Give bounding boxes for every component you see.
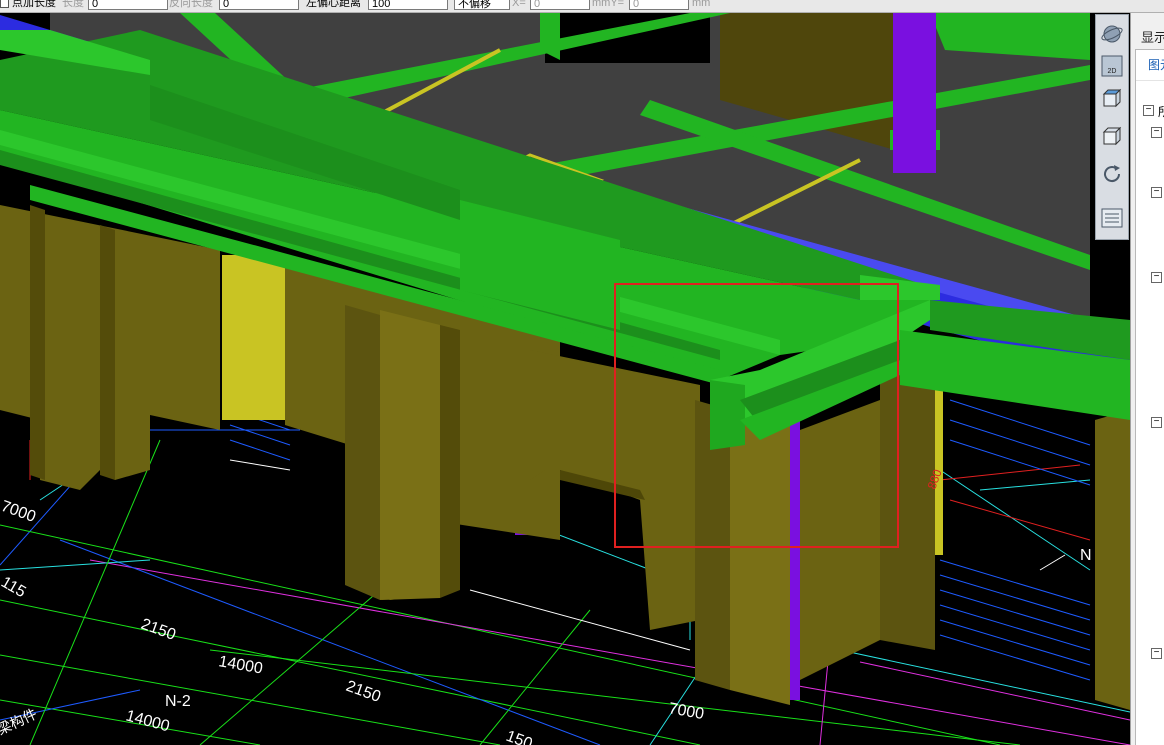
3d-view-button[interactable] xyxy=(1099,123,1125,149)
display-settings-button[interactable] xyxy=(1099,205,1125,231)
partial-label: 梁构件 xyxy=(0,705,39,737)
model-viewport-3d[interactable]: 7000 115 2150 14000 N-2 2150 14000 7000 … xyxy=(0,13,1130,745)
grid-settings-icon xyxy=(1101,208,1123,228)
reverse-length-input[interactable]: 0 xyxy=(219,0,299,10)
display-settings-panel: 显示 图元 − 所 − − − − − xyxy=(1130,13,1164,745)
tree-collapse-toggle[interactable]: − xyxy=(1151,187,1162,198)
cube-icon xyxy=(1102,126,1122,146)
globe-icon xyxy=(1101,25,1123,43)
tree-divider xyxy=(1136,80,1164,81)
view-navigation-toolbar: 2D xyxy=(1095,14,1129,240)
tree-collapse-toggle[interactable]: − xyxy=(1151,648,1162,659)
property-toolbar: 点加长度 长度 0 反向长度 0 左偏心距离 100 不偏移 X= 0 mmY=… xyxy=(0,0,1164,13)
dim-label: 14000 xyxy=(124,707,171,735)
point-length-label: 点加长度 xyxy=(12,0,56,9)
dim-label: 7000 xyxy=(667,700,705,723)
orbit-view-button[interactable] xyxy=(1099,21,1125,47)
dim-label: N xyxy=(1080,547,1092,564)
svg-text:2D: 2D xyxy=(1108,68,1117,75)
dim-label: 2150 xyxy=(344,678,383,706)
dim-label: 2150 xyxy=(139,616,178,644)
tree-collapse-toggle[interactable]: − xyxy=(1151,417,1162,428)
2d-view-button[interactable]: 2D xyxy=(1099,53,1125,79)
point-length-checkbox[interactable] xyxy=(0,0,9,8)
x-input[interactable]: 0 xyxy=(530,0,590,10)
rotate-view-button[interactable] xyxy=(1099,161,1125,187)
reverse-length-label: 反向长度 xyxy=(169,0,213,9)
unit-mm-label: mm xyxy=(692,0,711,9)
tree-collapse-toggle[interactable]: − xyxy=(1151,127,1162,138)
y-input[interactable]: 0 xyxy=(629,0,689,10)
tree-collapse-toggle[interactable]: − xyxy=(1151,272,1162,283)
yellow-wall[interactable] xyxy=(222,255,287,420)
dim-label: 14000 xyxy=(217,653,264,677)
tab-elements[interactable]: 图元 xyxy=(1148,56,1164,73)
length-label: 长度 xyxy=(62,0,84,9)
left-offset-label: 左偏心距离 xyxy=(306,0,361,9)
tab-display[interactable]: 显示 xyxy=(1141,27,1164,46)
offset-mode-select[interactable]: 不偏移 xyxy=(454,0,510,10)
tree-item-label: 所 xyxy=(1158,103,1164,120)
2d-view-icon: 2D xyxy=(1101,55,1123,77)
left-offset-input[interactable]: 100 xyxy=(368,0,448,10)
panel-content: 图元 − 所 − − − − − xyxy=(1135,49,1164,745)
dim-label: 150 xyxy=(504,728,535,745)
x-label: X= xyxy=(512,0,526,9)
cube-top-icon xyxy=(1102,88,1122,108)
dim-label: N-2 xyxy=(165,693,191,710)
dim-label: 7000 xyxy=(0,498,38,526)
unit-mm-y-label: mmY= xyxy=(592,0,625,9)
purple-post[interactable] xyxy=(893,13,936,173)
tree-collapse-toggle[interactable]: − xyxy=(1143,105,1154,116)
length-input[interactable]: 0 xyxy=(88,0,168,10)
3d-top-view-button[interactable] xyxy=(1099,85,1125,111)
dim-label: 115 xyxy=(0,574,29,602)
rotate-icon xyxy=(1104,165,1121,183)
